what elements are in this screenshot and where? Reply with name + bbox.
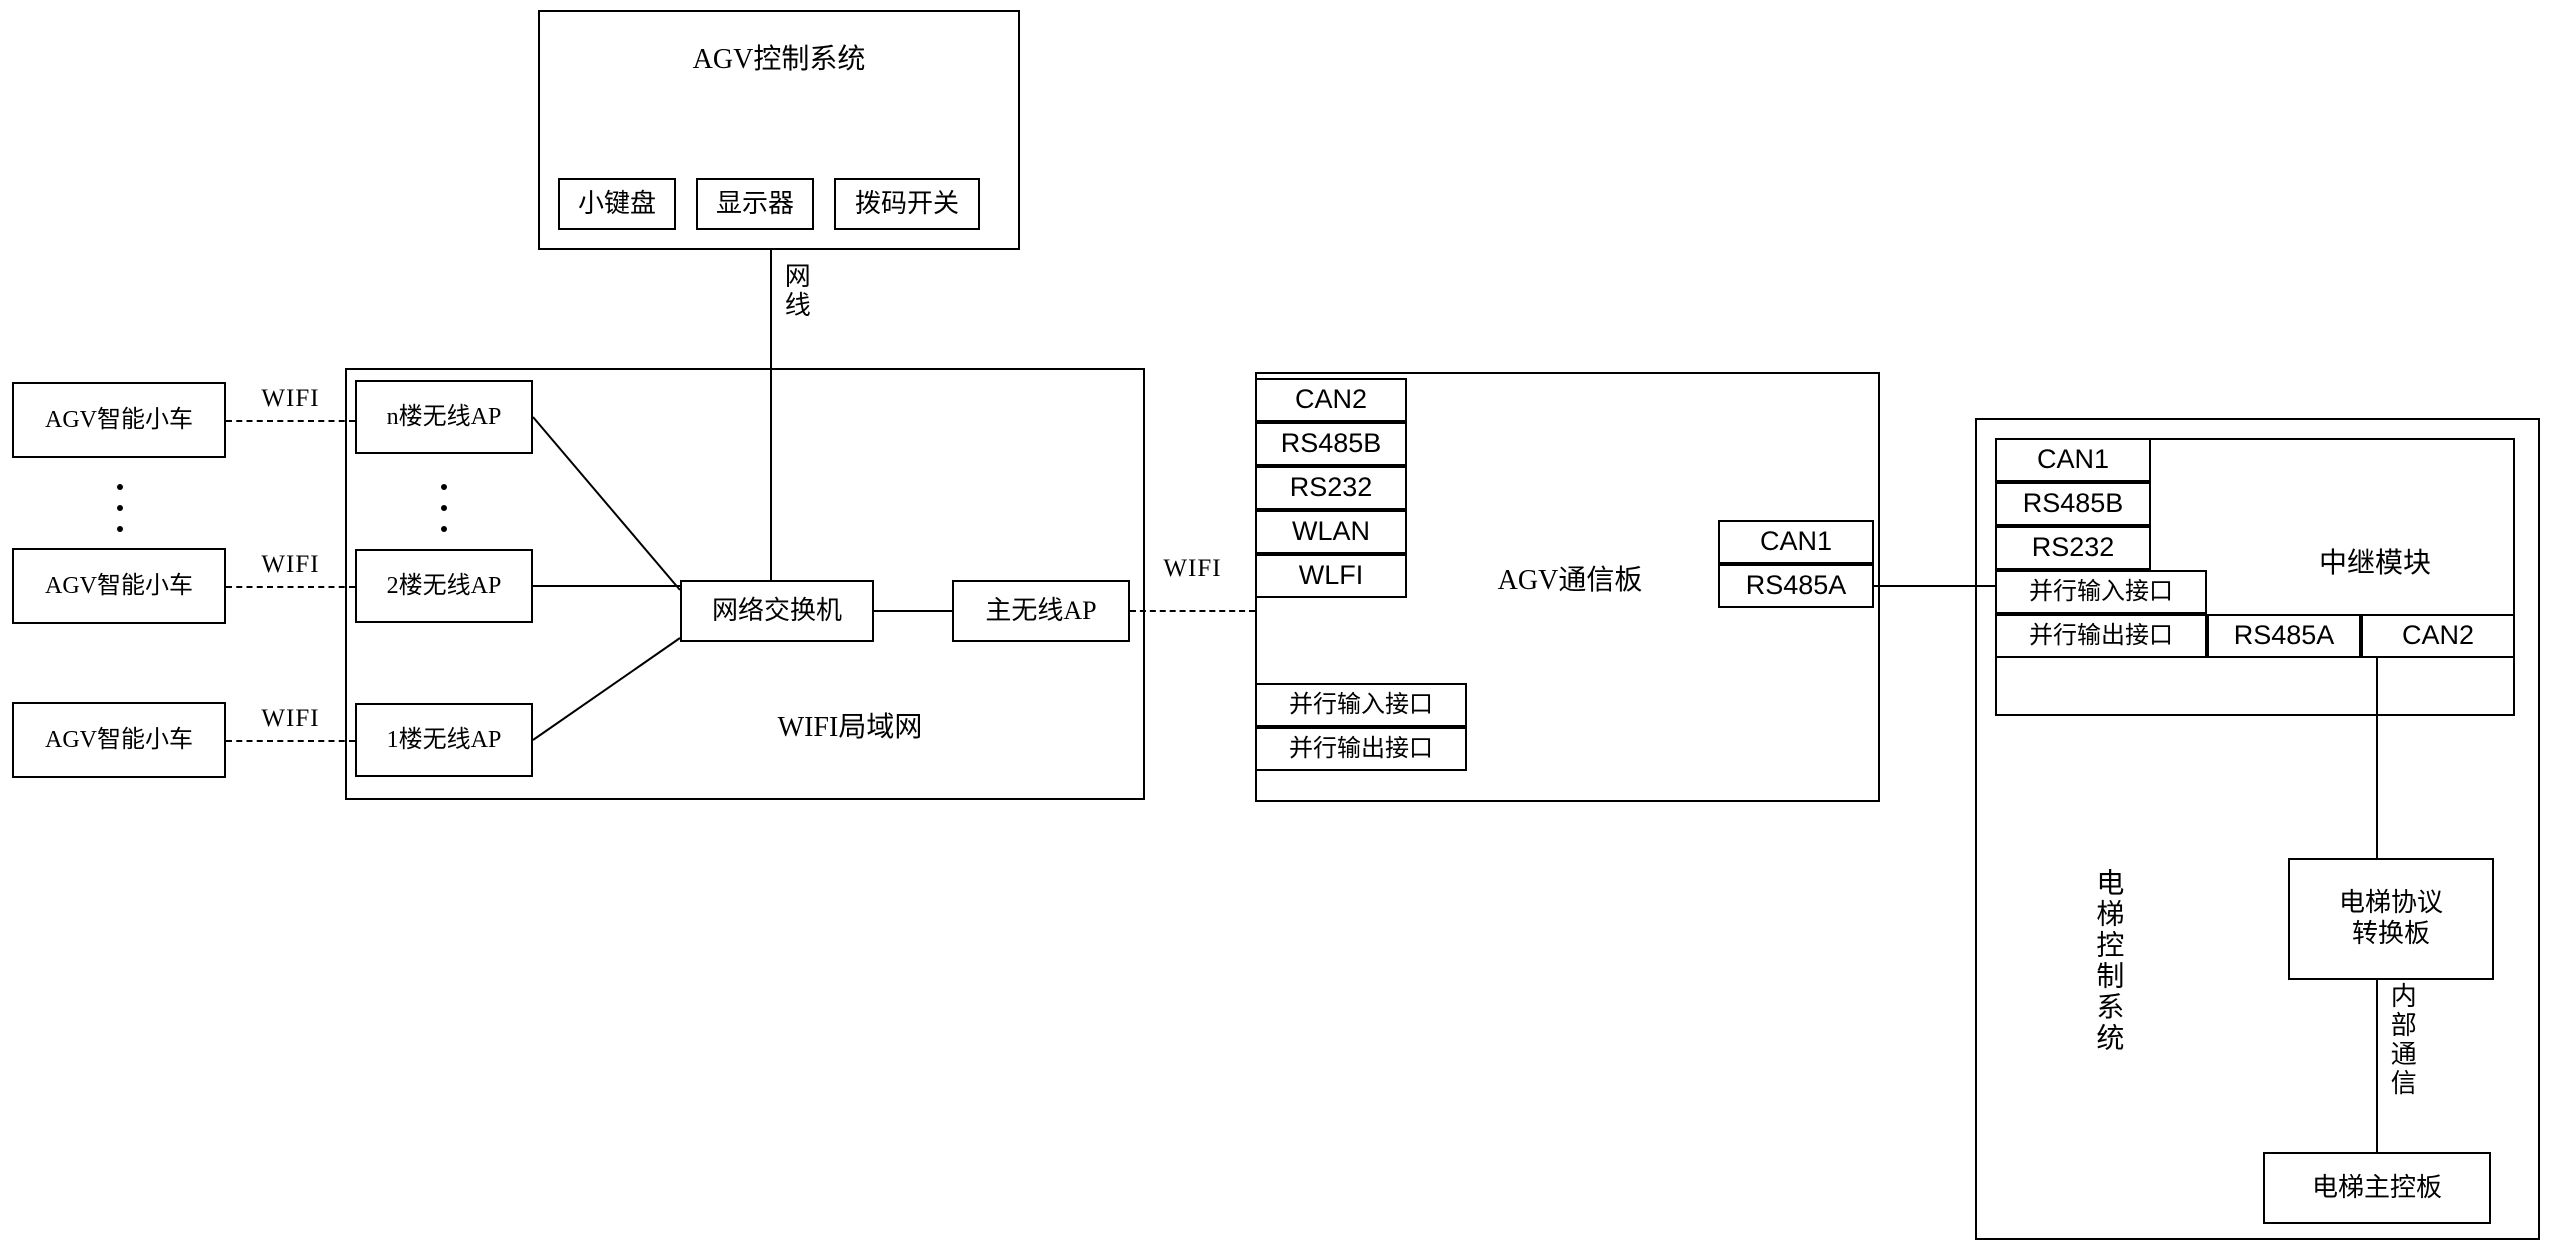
agv-comm-port-wlan[interactable]: WLAN	[1255, 510, 1407, 554]
elevator-control-system-label: 电梯控制系统	[2092, 868, 2124, 1054]
relay-port-rs232[interactable]: RS232	[1995, 526, 2151, 570]
wifi-uplink-line	[1130, 610, 1255, 612]
relay-module-label: 中继模块	[2318, 548, 2431, 579]
agv-comm-port-can2[interactable]: CAN2	[1255, 378, 1407, 422]
relay-port-rs485b[interactable]: RS485B	[1995, 482, 2151, 526]
agv-comm-port-rs232[interactable]: RS232	[1255, 466, 1407, 510]
agv-comm-board-label: AGV通信板	[1497, 565, 1643, 596]
relay-port-parallel-out[interactable]: 并行输出接口	[1995, 614, 2207, 658]
relay-port-can1[interactable]: CAN1	[1995, 438, 2151, 482]
ap2-to-switch-line	[533, 585, 680, 587]
agv-comm-port-rs485b[interactable]: RS485B	[1255, 422, 1407, 466]
agv-comm-port-parallel-out[interactable]: 并行输出接口	[1255, 727, 1467, 771]
switch-to-main-ap-line	[874, 610, 952, 612]
elevator-main-board-box[interactable]: 电梯主控板	[2263, 1152, 2491, 1224]
agv-comm-port-rs485a[interactable]: RS485A	[1718, 564, 1874, 608]
relay-port-rs485a[interactable]: RS485A	[2207, 614, 2361, 658]
agv-comm-port-can1[interactable]: CAN1	[1718, 520, 1874, 564]
relay-port-parallel-in[interactable]: 并行输入接口	[1995, 570, 2207, 614]
internal-comm-line	[2376, 980, 2378, 1152]
internal-comm-label: 内部通信	[2387, 982, 2417, 1098]
diagram-canvas: AGV控制系统 小键盘 显示器 拨码开关 网线 AGV智能小车 AGV智能小车 …	[0, 0, 2553, 1259]
agv-comm-port-parallel-in[interactable]: 并行输入接口	[1255, 683, 1467, 727]
elevator-protocol-converter-box[interactable]: 电梯协议 转换板	[2288, 858, 2494, 980]
agv-comm-port-wlfi[interactable]: WLFI	[1255, 554, 1407, 598]
relay-port-can2[interactable]: CAN2	[2361, 614, 2515, 658]
relay-to-converter-line	[2376, 658, 2378, 858]
wifi-uplink-label: WIFI	[1163, 555, 1222, 582]
